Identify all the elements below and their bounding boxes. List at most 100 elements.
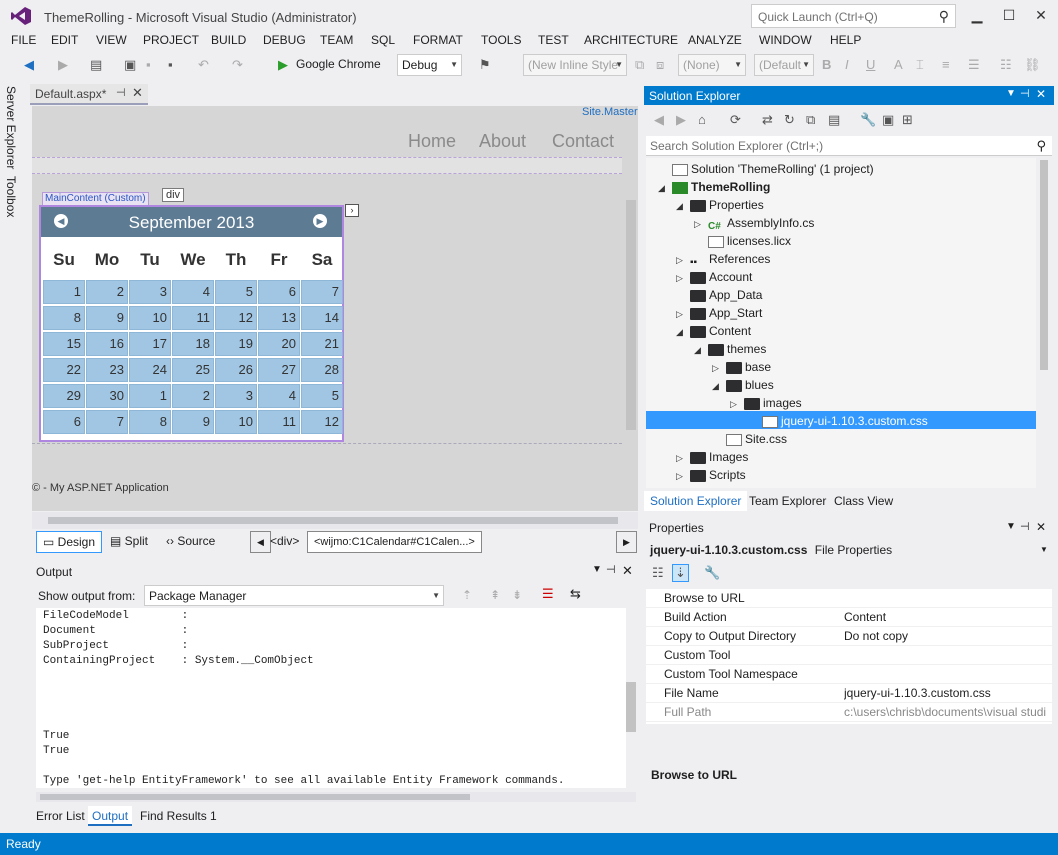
property-value[interactable]: Content xyxy=(844,608,1052,627)
calendar-day[interactable]: 18 xyxy=(172,332,214,356)
target-rule-icon[interactable]: ⧈ xyxy=(656,57,664,73)
expander-icon[interactable]: ▷ xyxy=(676,269,690,287)
link-icon[interactable]: ⛓ xyxy=(1024,57,1041,73)
server-explorer-tab[interactable]: Server Explorer xyxy=(4,86,18,169)
output-horizontal-scrollbar[interactable] xyxy=(36,792,636,802)
align-icon[interactable]: ≡ xyxy=(942,57,950,72)
tree-item[interactable]: ▷ images xyxy=(730,394,802,412)
menu-view[interactable]: VIEW xyxy=(96,33,127,47)
pin-icon[interactable]: ⊣ xyxy=(1020,520,1030,533)
forward-icon[interactable]: ▶ xyxy=(58,57,68,73)
bold-icon[interactable]: B xyxy=(822,57,831,72)
site-master-link[interactable]: Site.Master xyxy=(582,106,638,118)
tab-output[interactable]: Output xyxy=(88,806,133,826)
property-row[interactable]: File Name jquery-ui-1.10.3.custom.css xyxy=(646,684,1052,703)
menu-format[interactable]: FORMAT xyxy=(413,33,463,47)
save-icon[interactable]: ▪ xyxy=(146,57,151,72)
home-icon[interactable]: ⌂ xyxy=(698,112,706,127)
undo-icon[interactable]: ↶ xyxy=(198,57,209,73)
calendar-day[interactable]: 13 xyxy=(258,306,300,330)
tab-error-list[interactable]: Error List xyxy=(36,809,85,823)
calendar-day[interactable]: 28 xyxy=(301,358,343,382)
property-row[interactable]: Custom Tool xyxy=(646,646,1052,665)
configuration-combo[interactable]: Debug ▼ xyxy=(397,54,462,76)
tab-find-results[interactable]: Find Results 1 xyxy=(140,809,217,823)
scroll-thumb[interactable] xyxy=(40,794,470,800)
close-icon[interactable]: ✕ xyxy=(1036,520,1046,534)
calendar-day[interactable]: 9 xyxy=(172,410,214,434)
find-message-icon[interactable]: ⇡ xyxy=(462,588,472,602)
property-value[interactable]: c:\users\chrisb\documents\visual studi xyxy=(844,703,1052,722)
target-rule-combo[interactable]: (None) ▼ xyxy=(678,54,746,76)
tab-class-view[interactable]: Class View xyxy=(834,494,893,508)
expander-icon[interactable]: ▷ xyxy=(676,467,690,485)
pending-changes-icon[interactable]: ⇄ xyxy=(762,112,773,128)
calendar-day[interactable]: 8 xyxy=(129,410,171,434)
redo-icon[interactable]: ↷ xyxy=(232,57,243,73)
back-icon[interactable]: ◀ xyxy=(24,57,34,73)
underline-icon[interactable]: U xyxy=(866,57,875,72)
save-all-icon[interactable]: ▪ xyxy=(168,57,173,72)
calendar-day[interactable]: 24 xyxy=(129,358,171,382)
crumb-right-icon[interactable]: ▶ xyxy=(616,531,637,553)
tree-item[interactable]: ◢ ThemeRolling xyxy=(658,178,770,196)
property-row[interactable]: Browse to URL xyxy=(646,589,1052,608)
calendar-day[interactable]: 3 xyxy=(129,280,171,304)
alphabetical-icon[interactable]: ⇣ xyxy=(672,564,689,582)
expander-icon[interactable]: ◢ xyxy=(712,377,726,395)
close-icon[interactable]: ✕ xyxy=(1036,87,1046,101)
expander-icon[interactable]: ◢ xyxy=(676,197,690,215)
menu-build[interactable]: BUILD xyxy=(211,33,246,47)
tree-item[interactable]: licenses.licx xyxy=(694,232,791,250)
calendar-day[interactable]: 4 xyxy=(172,280,214,304)
close-button[interactable]: ✕ xyxy=(1026,4,1056,26)
output-vertical-scrollbar[interactable] xyxy=(626,682,636,732)
dropdown-icon[interactable]: ▼ xyxy=(1006,521,1016,532)
expander-icon[interactable]: ◢ xyxy=(658,179,672,197)
word-wrap-icon[interactable]: ⇆ xyxy=(570,586,581,602)
new-project-icon[interactable]: ▤ xyxy=(90,57,102,73)
forward-icon[interactable]: ▶ xyxy=(676,112,686,128)
chevron-down-icon[interactable]: ▼ xyxy=(1040,545,1048,554)
breadcrumb-div[interactable]: <div> xyxy=(264,531,305,553)
property-row[interactable]: Custom Tool Namespace xyxy=(646,665,1052,684)
property-row[interactable]: Full Path c:\users\chrisb\documents\visua… xyxy=(646,703,1052,722)
calendar-day[interactable]: 12 xyxy=(301,410,343,434)
calendar-day[interactable]: 23 xyxy=(86,358,128,382)
expander-icon[interactable]: ▷ xyxy=(730,395,744,413)
refresh-icon[interactable]: ↻ xyxy=(784,112,795,128)
calendar-day[interactable]: 1 xyxy=(129,384,171,408)
highlight-icon[interactable]: ⌶ xyxy=(916,57,924,73)
calendar-day[interactable]: 19 xyxy=(215,332,257,356)
calendar-day[interactable]: 27 xyxy=(258,358,300,382)
calendar-day[interactable]: 5 xyxy=(215,280,257,304)
show-all-files-icon[interactable]: ▤ xyxy=(828,112,840,128)
run-target[interactable]: Google Chrome xyxy=(296,57,381,71)
bullets-icon[interactable]: ☰ xyxy=(968,57,980,73)
expander-icon[interactable]: ◢ xyxy=(676,323,690,341)
tree-item[interactable]: App_Data xyxy=(676,286,762,304)
menu-test[interactable]: TEST xyxy=(538,33,569,47)
calendar-day[interactable]: 11 xyxy=(258,410,300,434)
calendar-day[interactable]: 14 xyxy=(301,306,343,330)
font-combo[interactable]: (Default ▼ xyxy=(754,54,814,76)
calendar-day[interactable]: 1 xyxy=(43,280,85,304)
split-view-button[interactable]: ▤ Split xyxy=(104,531,154,553)
calendar-day[interactable]: 26 xyxy=(215,358,257,382)
menu-analyze[interactable]: ANALYZE xyxy=(688,33,742,47)
solution-search-input[interactable]: Search Solution Explorer (Ctrl+;) ⚲ xyxy=(646,136,1052,156)
tree-item[interactable]: ▷ C# AssemblyInfo.cs xyxy=(694,214,814,232)
class-diagram-icon[interactable]: ⊞ xyxy=(902,112,913,128)
tree-item[interactable]: ◢ Content xyxy=(676,322,751,340)
expander-icon[interactable]: ▷ xyxy=(694,215,708,233)
tree-item[interactable]: Site.css xyxy=(712,430,787,448)
collapse-all-icon[interactable]: ⧉ xyxy=(806,112,815,128)
tab-solution-explorer[interactable]: Solution Explorer xyxy=(644,491,748,511)
calendar-day[interactable]: 15 xyxy=(43,332,85,356)
calendar-day[interactable]: 20 xyxy=(258,332,300,356)
back-icon[interactable]: ◀ xyxy=(654,112,664,128)
clear-all-icon[interactable]: ☰ xyxy=(542,586,554,602)
output-text[interactable]: FileCodeModel : Document : SubProject : … xyxy=(36,608,626,788)
quick-launch-input[interactable]: Quick Launch (Ctrl+Q) ⚲ xyxy=(751,4,956,28)
expander-icon[interactable]: ▷ xyxy=(712,359,726,377)
